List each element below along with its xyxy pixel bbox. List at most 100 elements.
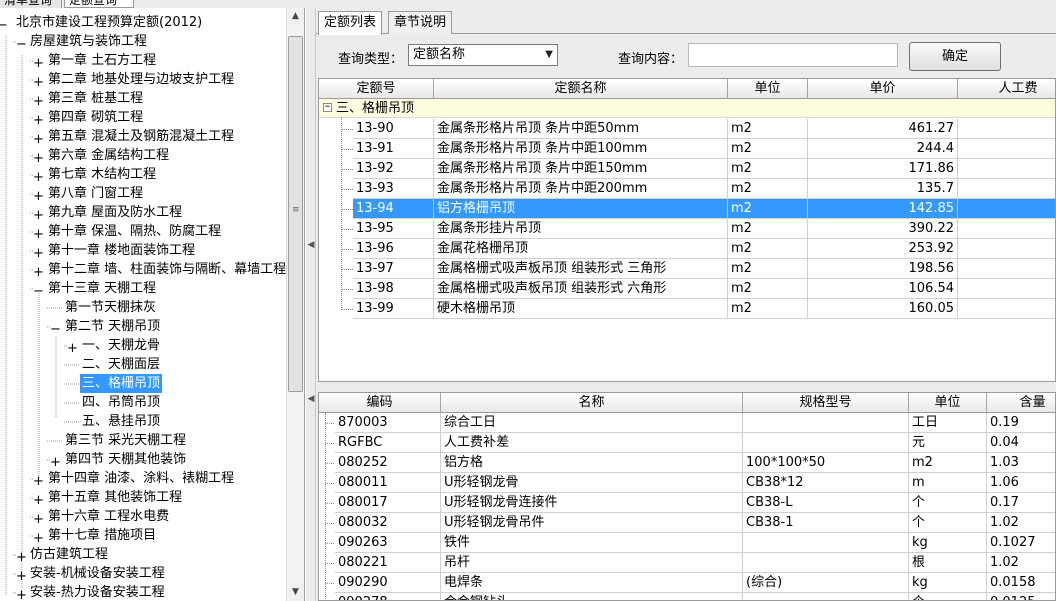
tree-node-label[interactable]: 第七章 木结构工程 [46,165,158,184]
expand-icon[interactable]: + [33,512,44,527]
table-row[interactable]: 13-96 金属花格栅吊顶 m2 253.92 [319,239,1055,259]
query-content-input[interactable] [688,43,898,67]
expand-icon[interactable]: + [33,246,44,261]
table-row[interactable]: 090263 铁件 kg 0.1027 [319,533,1055,553]
scrollbar-thumb[interactable]: ≡ [288,36,303,392]
expand-icon[interactable]: + [33,189,44,204]
collapse-icon[interactable]: − [33,284,44,299]
table-row[interactable]: 080011 U形轻钢龙骨 CB38*12 m 1.06 [319,473,1055,493]
table-row[interactable]: 13-95 金属条形挂片吊顶 m2 390.22 [319,219,1055,239]
tree-node-label[interactable]: 第十七章 措施项目 [46,526,158,545]
tree-node-label[interactable]: 一、天棚龙骨 [80,336,162,355]
tree-node-label[interactable]: 第三章 桩基工程 [46,89,145,108]
tree-node-label[interactable]: 第六章 金属结构工程 [46,146,171,165]
tree-node-label[interactable]: 第十五章 其他装饰工程 [46,488,184,507]
tree-node-label[interactable]: 第二节 天棚吊顶 [63,317,162,336]
collapse-icon[interactable]: − [0,18,8,33]
tree-node-label[interactable]: 第九章 屋面及防水工程 [46,203,184,222]
tree-node-label[interactable]: 第十二章 墙、柱面装饰与隔断、幕墙工程 [46,260,288,279]
expand-icon[interactable]: + [33,227,44,242]
column-header[interactable]: 定额号 [319,79,434,99]
table-row[interactable]: 080032 U形轻钢龙骨吊件 CB38-1 个 1.02 [319,513,1055,533]
table-row[interactable]: 080252 铝方格 100*100*50 m2 1.03 [319,453,1055,473]
tree-node-label[interactable]: 第一节天棚抹灰 [63,298,158,317]
tree-node-label[interactable]: 安装-热力设备安装工程 [28,583,167,601]
expand-icon[interactable]: + [33,265,44,280]
tree-node-label[interactable]: 第十三章 天棚工程 [46,279,158,298]
tab-quota-query[interactable]: 定额查询 [64,0,134,8]
tree-node-label[interactable]: 北京市建设工程预算定额(2012) [14,13,204,32]
panel-splitter[interactable]: ◀ ◀ [306,8,316,601]
tree-scrollbar[interactable]: ▲ ≡ ▼ [286,8,304,601]
collapse-icon[interactable]: − [16,37,27,52]
table-row[interactable]: RGFBC 人工费补差 元 0.04 [319,433,1055,453]
tree-node-label[interactable]: 第十一章 楼地面装饰工程 [46,241,197,260]
quota-group-row[interactable]: − 三、格栅吊顶 [319,99,1055,118]
collapse-left-icon[interactable]: ◀ [307,240,315,250]
query-type-select[interactable]: 定额名称 ▼ [408,44,558,66]
table-row[interactable]: 090278合金钢钻头 个0.0125 [319,593,1055,600]
column-header[interactable]: 规格型号 [743,393,909,413]
collapse-icon[interactable]: − [323,103,332,112]
tree-node-label[interactable]: 第十章 保温、隔热、防腐工程 [46,222,223,241]
tree-node-label[interactable]: 第三节 采光天棚工程 [63,431,188,450]
expand-icon[interactable]: + [33,94,44,109]
column-header[interactable]: 名称 [441,393,743,413]
expand-icon[interactable]: + [33,531,44,546]
expand-icon[interactable]: + [33,170,44,185]
tree-node-label[interactable]: 第四章 砌筑工程 [46,108,145,127]
tree-node-label[interactable]: 第四节 天棚其他装饰 [63,450,188,469]
tree-node-label[interactable]: 第五章 混凝土及钢筋混凝土工程 [46,127,236,146]
table-row[interactable]: 13-93 金属条形格片吊顶 条片中距200mm m2 135.7 [319,179,1055,199]
table-row[interactable]: 13-91 金属条形格片吊顶 条片中距100mm m2 244.4 [319,139,1055,159]
column-header[interactable]: 单位 [909,393,987,413]
tree-node-label[interactable]: 安装-机械设备安装工程 [28,564,167,583]
table-row[interactable]: 13-97 金属格栅式吸声板吊顶 组装形式 三角形 m2 198.56 [319,259,1055,279]
expand-icon[interactable]: + [33,151,44,166]
column-header[interactable]: 人工费 [958,79,1055,99]
tree-node-label[interactable]: 五、悬挂吊顶 [80,412,162,431]
table-row[interactable]: 13-94 铝方格栅吊顶 m2 142.85 [319,199,1055,219]
table-row[interactable]: 870003 综合工日 工日 0.19 [319,413,1055,433]
tree-node-label[interactable]: 第八章 门窗工程 [46,184,145,203]
tree-node-label[interactable]: 第十六章 工程水电费 [46,507,171,526]
tree-node-label[interactable]: 第十四章 油漆、涂料、裱糊工程 [46,469,236,488]
tree-node-label[interactable]: 三、格栅吊顶 [80,374,163,393]
tree-node-label[interactable]: 仿古建筑工程 [28,545,110,564]
tree-node-label[interactable]: 二、天棚面层 [80,355,162,374]
table-row[interactable]: 13-99 硬木格栅吊顶 m2 160.05 [319,299,1055,319]
expand-icon[interactable]: + [33,208,44,223]
collapse-icon[interactable]: − [50,322,61,337]
tree-node-label[interactable]: 四、吊筒吊顶 [80,393,162,412]
scroll-down-icon[interactable]: ▼ [287,584,304,601]
collapse-left-icon[interactable]: ◀ [307,394,315,404]
column-header[interactable]: 单价 [808,79,958,99]
column-header[interactable]: 含量 [987,393,1055,413]
expand-icon[interactable]: + [16,569,27,584]
expand-icon[interactable]: + [33,474,44,489]
expand-icon[interactable]: + [33,56,44,71]
expand-icon[interactable]: + [33,75,44,90]
expand-icon[interactable]: + [16,588,27,601]
expand-icon[interactable]: + [33,493,44,508]
tree-node-label[interactable]: 第一章 土石方工程 [46,51,158,70]
column-header[interactable]: 编码 [319,393,441,413]
chevron-down-icon[interactable]: ▼ [545,45,553,65]
tab-chapter-notes[interactable]: 章节说明 [388,11,453,34]
confirm-button[interactable]: 确定 [909,42,1001,71]
expand-icon[interactable]: + [33,132,44,147]
tree-node-label[interactable]: 第二章 地基处理与边坡支护工程 [46,70,236,89]
tree-node-label[interactable]: 房屋建筑与装饰工程 [28,32,149,51]
scroll-up-icon[interactable]: ▲ [287,8,304,25]
tab-bill-query[interactable]: 清单查询 [0,0,62,8]
table-row[interactable]: 090290 电焊条 (综合) kg 0.0158 [319,573,1055,593]
expand-icon[interactable]: + [50,455,61,470]
table-row[interactable]: 080221 吊杆 根 1.02 [319,553,1055,573]
column-header[interactable]: 定额名称 [434,79,728,99]
expand-icon[interactable]: + [33,113,44,128]
table-row[interactable]: 13-98 金属格栅式吸声板吊顶 组装形式 六角形 m2 106.54 [319,279,1055,299]
table-row[interactable]: 080017 U形轻钢龙骨连接件 CB38-L 个 0.17 [319,493,1055,513]
expand-icon[interactable]: + [16,550,27,565]
table-row[interactable]: 13-90 金属条形格片吊顶 条片中距50mm m2 461.27 [319,119,1055,139]
table-row[interactable]: 13-92 金属条形格片吊顶 条片中距150mm m2 171.86 [319,159,1055,179]
